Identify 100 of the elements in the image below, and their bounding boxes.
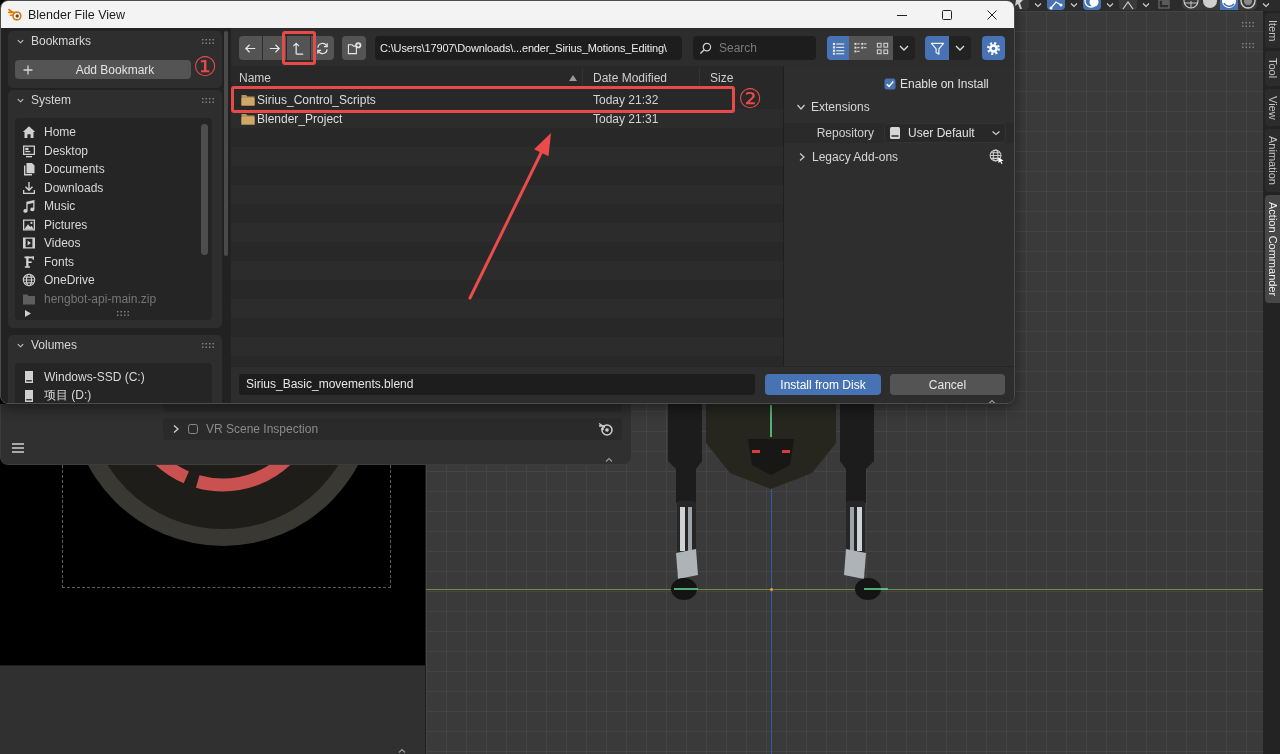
search-field[interactable]: Search <box>693 36 816 60</box>
file-name: Blender_Project <box>257 111 344 126</box>
chevron-down-icon <box>899 45 909 51</box>
chevron-down-icon[interactable] <box>1070 2 1078 8</box>
section-title[interactable]: Legacy Add-ons <box>812 149 899 164</box>
chevron-up-icon[interactable] <box>398 748 406 753</box>
desktop-icon <box>22 143 36 158</box>
new-folder-button[interactable] <box>342 36 366 60</box>
display-mode-button[interactable] <box>849 36 871 60</box>
origin-point-icon <box>770 588 773 591</box>
grip-icon[interactable] <box>1242 43 1254 48</box>
checkbox[interactable] <box>188 424 198 434</box>
globe-icon <box>22 273 36 288</box>
date-modified: Today 21:31 <box>593 111 659 126</box>
panel-title[interactable]: Volumes <box>31 338 78 352</box>
plus-icon <box>23 64 33 75</box>
chevron-right-icon[interactable] <box>172 424 180 434</box>
column-header[interactable]: Name <box>231 68 583 88</box>
chevron-down-icon[interactable] <box>1262 2 1270 8</box>
documents-icon <box>22 162 36 177</box>
filter-button[interactable] <box>925 36 949 60</box>
checkbox[interactable] <box>884 78 896 90</box>
chevron-down-icon[interactable] <box>1034 2 1042 8</box>
checkbox-label[interactable]: Enable on Install <box>900 77 989 91</box>
chevron-down-icon[interactable] <box>796 103 806 111</box>
column-header[interactable]: Size <box>700 68 783 88</box>
repository-dropdown[interactable]: User Default <box>884 123 1006 143</box>
install-button[interactable]: Install from Disk <box>765 374 881 395</box>
list-scrollbar[interactable] <box>201 124 208 255</box>
display-mode-button[interactable] <box>871 36 893 60</box>
header-toggle-button[interactable] <box>1119 0 1137 10</box>
add-bookmark-button[interactable]: Add Bookmark <box>15 60 191 79</box>
place-item[interactable]: Fonts <box>15 252 201 271</box>
forward-button[interactable] <box>263 36 286 60</box>
grip-icon[interactable] <box>1242 22 1254 27</box>
chevron-right-icon[interactable] <box>798 151 806 162</box>
close-icon <box>986 9 997 20</box>
place-item[interactable]: 项目 (D:) <box>15 386 212 403</box>
grip-icon[interactable] <box>117 310 129 316</box>
back-button[interactable] <box>239 36 262 60</box>
sidebar-tab[interactable]: Tool <box>1265 51 1280 86</box>
place-item[interactable]: Desktop <box>15 141 201 160</box>
place-item[interactable]: OneDrive <box>15 271 201 290</box>
date-modified: Today 21:32 <box>593 92 659 107</box>
header-toggle-button[interactable] <box>1155 0 1173 10</box>
grip-icon[interactable] <box>202 97 214 103</box>
file-row[interactable]: Blender_Project Today 21:31 <box>235 109 700 128</box>
filename-field[interactable]: Sirius_Basic_movements.blend <box>239 374 755 395</box>
place-item[interactable]: Music <box>15 197 201 216</box>
place-item[interactable]: Home <box>15 123 201 142</box>
music-note-icon <box>22 199 36 214</box>
settings-icon <box>986 40 1001 56</box>
file-name: Sirius_Control_Scripts <box>257 92 377 107</box>
chevron-up-icon[interactable] <box>605 457 613 462</box>
chevron-up-icon[interactable] <box>988 399 996 403</box>
folder-icon <box>241 93 255 106</box>
drive-icon <box>22 370 36 385</box>
place-item[interactable]: Windows-SSD (C:) <box>15 368 212 387</box>
cancel-button[interactable]: Cancel <box>890 374 1005 395</box>
parent-directory-button[interactable] <box>287 36 310 60</box>
globe-cursor-icon[interactable] <box>989 149 1004 164</box>
shading-mode-button[interactable] <box>1239 0 1257 10</box>
addon-row[interactable]: VR Scene Inspection <box>163 418 622 440</box>
header-toggle-button[interactable] <box>1083 0 1101 10</box>
new-folder-icon <box>346 40 362 56</box>
expand-icon[interactable] <box>25 309 31 317</box>
display-mode-button[interactable] <box>827 36 849 60</box>
sidebar-tab[interactable]: View <box>1265 88 1280 127</box>
chevron-down-icon <box>955 45 965 51</box>
header-toggle-button[interactable] <box>1047 0 1065 10</box>
grip-icon[interactable] <box>202 342 214 348</box>
place-item[interactable]: Pictures <box>15 215 201 234</box>
film-icon <box>22 236 36 251</box>
thumbnail-grid-icon <box>874 40 890 56</box>
panel-title[interactable]: System <box>31 93 71 107</box>
sidebar-tab[interactable]: Item <box>1265 13 1280 49</box>
shading-mode-button[interactable] <box>1182 0 1200 10</box>
file-row[interactable]: Sirius_Control_Scripts Today 21:32 <box>235 90 700 109</box>
filter-menu-button[interactable] <box>949 36 971 60</box>
place-item[interactable]: Downloads <box>15 178 201 197</box>
menu-icon[interactable] <box>12 443 24 453</box>
column-header[interactable]: Date Modified <box>583 68 700 88</box>
chevron-down-icon[interactable] <box>1142 2 1150 8</box>
sidebar-tab[interactable]: Animation <box>1265 129 1280 193</box>
panel-title[interactable]: Bookmarks <box>31 34 92 48</box>
shading-mode-button[interactable] <box>1201 0 1219 10</box>
shading-mode-button[interactable] <box>1220 0 1238 10</box>
sort-icon[interactable] <box>569 75 577 81</box>
blender-logo-icon <box>8 7 23 22</box>
display-mode-menu-button[interactable] <box>893 36 915 60</box>
grip-icon[interactable] <box>202 38 214 44</box>
sidebar-scrollbar[interactable] <box>224 31 228 256</box>
sidebar-tab[interactable]: Action Commander <box>1265 195 1280 304</box>
settings-button[interactable] <box>982 36 1005 60</box>
place-item[interactable]: Documents <box>15 160 201 179</box>
path-field[interactable]: C:\Users\17907\Downloads\...ender_Sirius_Motions_Editing\ <box>375 36 682 60</box>
place-item[interactable]: Videos <box>15 234 201 253</box>
chevron-down-icon[interactable] <box>1106 2 1114 8</box>
header-toggle-button[interactable] <box>1011 0 1029 10</box>
section-title[interactable]: Extensions <box>811 100 870 114</box>
